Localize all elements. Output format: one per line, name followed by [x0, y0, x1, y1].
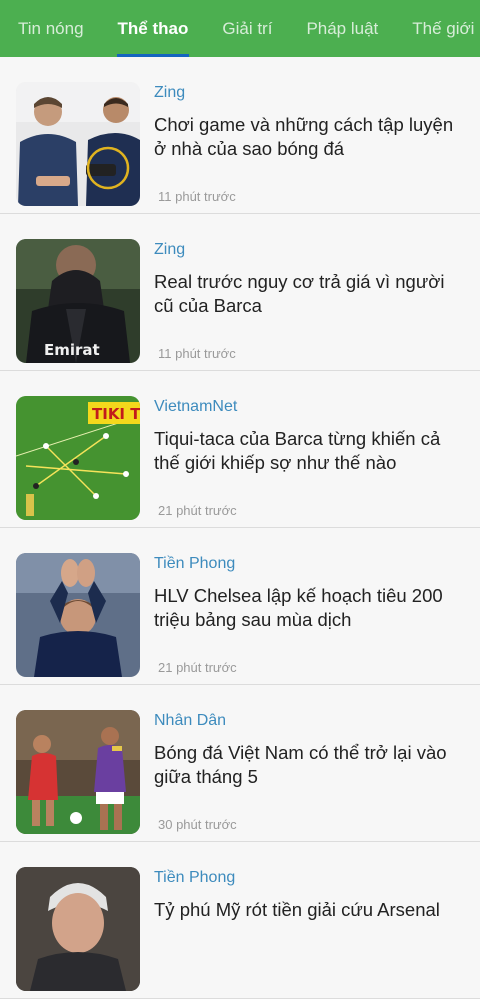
- tab-the-gioi[interactable]: Thế giới: [395, 0, 480, 57]
- article-time: 11 phút trước: [158, 189, 236, 204]
- article-item[interactable]: Nhân Dân Bóng đá Việt Nam có thể trở lại…: [0, 685, 480, 842]
- article-item[interactable]: Emirat Zing Real trước nguy cơ trả giá v…: [0, 214, 480, 371]
- vietnam-football-match-photo: [16, 710, 140, 834]
- tabs-row: Tin nóng Thể thao Giải trí Pháp luật Thế…: [0, 0, 480, 57]
- article-source: Zing: [154, 84, 186, 101]
- thumb-sponsor-text: Emirat: [44, 341, 100, 359]
- tab-phap-luat[interactable]: Pháp luật: [289, 0, 395, 57]
- article-source: Nhân Dân: [154, 712, 227, 729]
- article-title[interactable]: Real trước nguy cơ trả giá vì người cũ c…: [154, 270, 466, 318]
- article-title[interactable]: Tiqui-taca của Barca từng khiến cả thế g…: [154, 427, 466, 475]
- article-list: Zing Chơi game và những cách tập luyện ở…: [0, 57, 480, 999]
- billionaire-portrait-photo: [16, 867, 140, 991]
- article-item[interactable]: Tiền Phong HLV Chelsea lập kế hoạch tiêu…: [0, 528, 480, 685]
- tab-tin-nong[interactable]: Tin nóng: [0, 0, 101, 57]
- tab-the-thao[interactable]: Thể thao: [101, 0, 206, 57]
- article-item[interactable]: TIKI T VietnamNet Tiqui-taca của Barca t…: [0, 371, 480, 528]
- player-face-in-hands-photo: Emirat: [16, 239, 140, 363]
- article-item[interactable]: Zing Chơi game và những cách tập luyện ở…: [0, 57, 480, 214]
- article-time: 11 phút trước: [158, 346, 236, 361]
- article-title[interactable]: HLV Chelsea lập kế hoạch tiêu 200 triệu …: [154, 584, 466, 632]
- article-title[interactable]: Tỷ phú Mỹ rót tiền giải cứu Arsenal: [154, 898, 466, 922]
- tab-giai-tri[interactable]: Giải trí: [205, 0, 289, 57]
- article-title[interactable]: Bóng đá Việt Nam có thể trở lại vào giữa…: [154, 741, 466, 789]
- article-source: Zing: [154, 241, 186, 258]
- article-source: Tiền Phong: [154, 869, 236, 886]
- article-time: 21 phút trước: [158, 660, 237, 675]
- thumb-banner-text: TIKI T: [92, 405, 140, 423]
- footballers-gaming-photo: [16, 82, 140, 206]
- article-source: Tiền Phong: [154, 555, 236, 572]
- football-pitch-diagram-photo: TIKI T: [16, 396, 140, 520]
- article-time: 21 phút trước: [158, 503, 237, 518]
- coach-applauding-photo: [16, 553, 140, 677]
- article-source: VietnamNet: [154, 398, 238, 415]
- category-tab-bar: Tin nóng Thể thao Giải trí Pháp luật Thế…: [0, 0, 480, 57]
- article-title[interactable]: Chơi game và những cách tập luyện ở nhà …: [154, 113, 466, 161]
- article-time: 30 phút trước: [158, 817, 237, 832]
